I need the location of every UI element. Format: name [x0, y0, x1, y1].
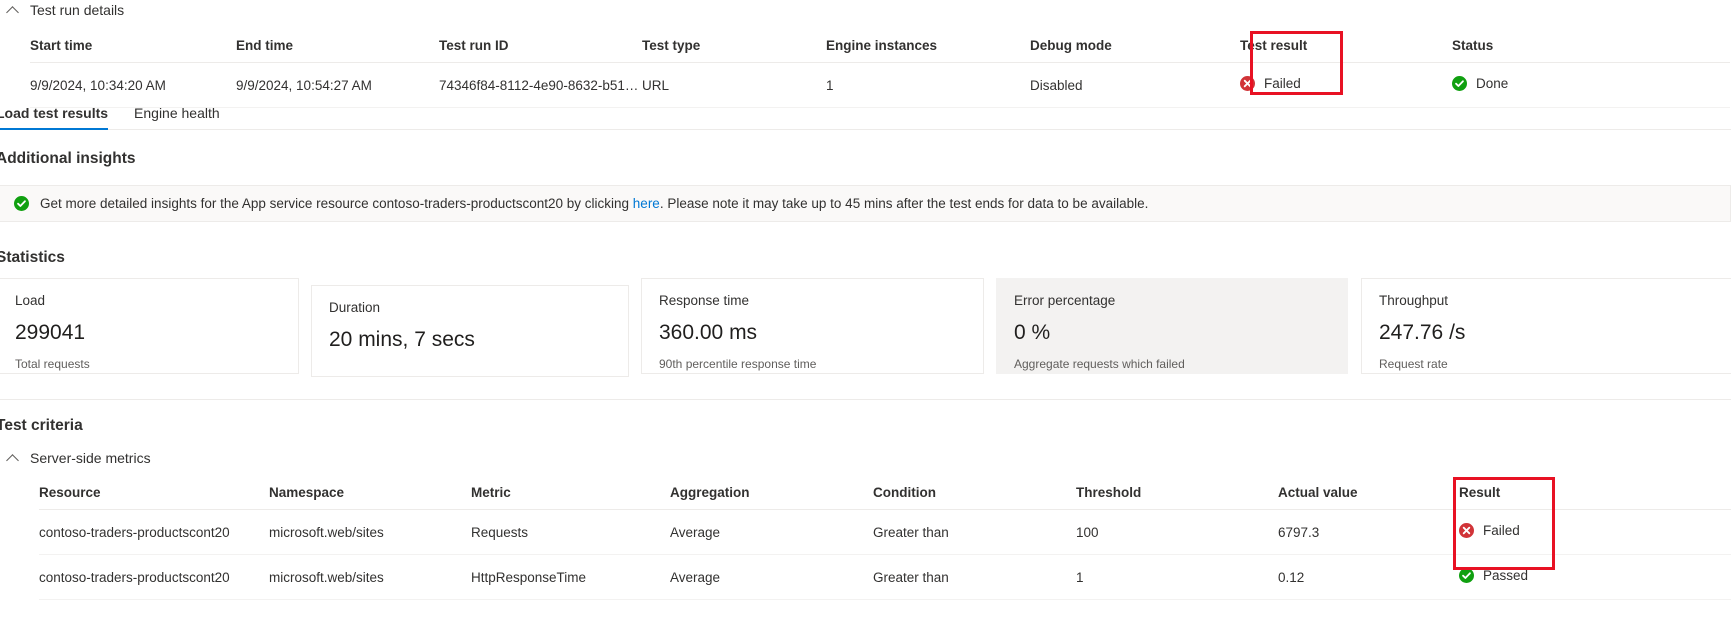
- cell-actual-value: 6797.3: [1278, 509, 1459, 555]
- table-header-row: Resource Namespace Metric Aggregation Co…: [39, 485, 1731, 510]
- results-tabs: Load test results Engine health: [0, 96, 1731, 130]
- cell-namespace: microsoft.web/sites: [269, 554, 471, 600]
- tab-load-test-results[interactable]: Load test results: [0, 105, 109, 130]
- column-header-debug-mode[interactable]: Debug mode: [1030, 38, 1240, 63]
- success-circle-icon: [14, 196, 29, 211]
- cell-resource: contoso-traders-productscont20: [39, 554, 269, 600]
- stat-card-response-time[interactable]: Response time 360.00 ms 90th percentile …: [641, 278, 984, 374]
- test-criteria-heading: Test criteria: [0, 417, 83, 434]
- additional-insights-heading: Additional insights: [0, 150, 136, 167]
- server-side-metrics-label: Server-side metrics: [30, 450, 151, 466]
- cell-condition: Greater than: [873, 554, 1076, 600]
- insights-message-bar: Get more detailed insights for the App s…: [0, 185, 1731, 222]
- test-criteria-table: Resource Namespace Metric Aggregation Co…: [39, 485, 1731, 600]
- test-run-details-header[interactable]: Test run details: [8, 2, 124, 18]
- success-circle-icon: [1452, 76, 1467, 91]
- stat-card-duration[interactable]: Duration 20 mins, 7 secs: [311, 285, 629, 377]
- column-header-result[interactable]: Result: [1459, 485, 1731, 510]
- column-header-resource[interactable]: Resource: [39, 485, 269, 510]
- column-header-start-time[interactable]: Start time: [30, 38, 236, 63]
- column-header-actual-value[interactable]: Actual value: [1278, 485, 1459, 510]
- cell-aggregation: Average: [670, 554, 873, 600]
- table-row[interactable]: contoso-traders-productscont20 microsoft…: [39, 554, 1731, 600]
- column-header-condition[interactable]: Condition: [873, 485, 1076, 510]
- cell-resource: contoso-traders-productscont20: [39, 509, 269, 555]
- cell-result: Failed: [1459, 509, 1731, 555]
- table-row[interactable]: contoso-traders-productscont20 microsoft…: [39, 509, 1731, 555]
- server-side-metrics-group-header[interactable]: Server-side metrics: [8, 450, 151, 466]
- cell-metric: Requests: [471, 509, 670, 555]
- insights-text-before: Get more detailed insights for the App s…: [40, 196, 633, 211]
- success-circle-icon: [1459, 568, 1474, 583]
- column-header-test-run-id[interactable]: Test run ID: [439, 38, 642, 63]
- stat-card-throughput[interactable]: Throughput 247.76 /s Request rate: [1361, 278, 1731, 374]
- chevron-up-icon[interactable]: [8, 4, 20, 16]
- column-header-namespace[interactable]: Namespace: [269, 485, 471, 510]
- tab-engine-health[interactable]: Engine health: [134, 105, 220, 129]
- section-divider: [0, 399, 1731, 400]
- test-result-text: Failed: [1264, 76, 1301, 91]
- column-header-test-result[interactable]: Test result: [1240, 38, 1452, 63]
- cell-metric: HttpResponseTime: [471, 554, 670, 600]
- table-header-row: Start time End time Test run ID Test typ…: [30, 38, 1730, 63]
- cell-condition: Greater than: [873, 509, 1076, 555]
- column-header-aggregation[interactable]: Aggregation: [670, 485, 873, 510]
- test-run-details-title: Test run details: [30, 2, 125, 18]
- chevron-up-icon[interactable]: [8, 452, 20, 464]
- error-circle-icon: [1240, 76, 1255, 91]
- insights-here-link[interactable]: here: [633, 196, 660, 211]
- error-circle-icon: [1459, 523, 1474, 538]
- cell-aggregation: Average: [670, 509, 873, 555]
- stat-card-load[interactable]: Load 299041 Total requests: [0, 278, 299, 374]
- column-header-status[interactable]: Status: [1452, 38, 1730, 63]
- column-header-end-time[interactable]: End time: [236, 38, 439, 63]
- cell-actual-value: 0.12: [1278, 554, 1459, 600]
- cell-threshold: 100: [1076, 509, 1278, 555]
- cell-threshold: 1: [1076, 554, 1278, 600]
- result-text: Failed: [1483, 523, 1520, 538]
- cell-namespace: microsoft.web/sites: [269, 509, 471, 555]
- insights-text-after: . Please note it may take up to 45 mins …: [659, 196, 1149, 211]
- statistics-heading: Statistics: [0, 249, 65, 266]
- cell-result: Passed: [1459, 554, 1731, 600]
- column-header-test-type[interactable]: Test type: [642, 38, 826, 63]
- result-text: Passed: [1483, 568, 1529, 583]
- column-header-engine-instances[interactable]: Engine instances: [826, 38, 1030, 63]
- column-header-metric[interactable]: Metric: [471, 485, 670, 510]
- insights-message-text: Get more detailed insights for the App s…: [40, 196, 1148, 211]
- column-header-threshold[interactable]: Threshold: [1076, 485, 1278, 510]
- stat-card-error-percentage[interactable]: Error percentage 0 % Aggregate requests …: [996, 278, 1348, 374]
- load-test-run-page: Test run details Start time End time Tes…: [0, 0, 1731, 640]
- status-text: Done: [1476, 76, 1509, 91]
